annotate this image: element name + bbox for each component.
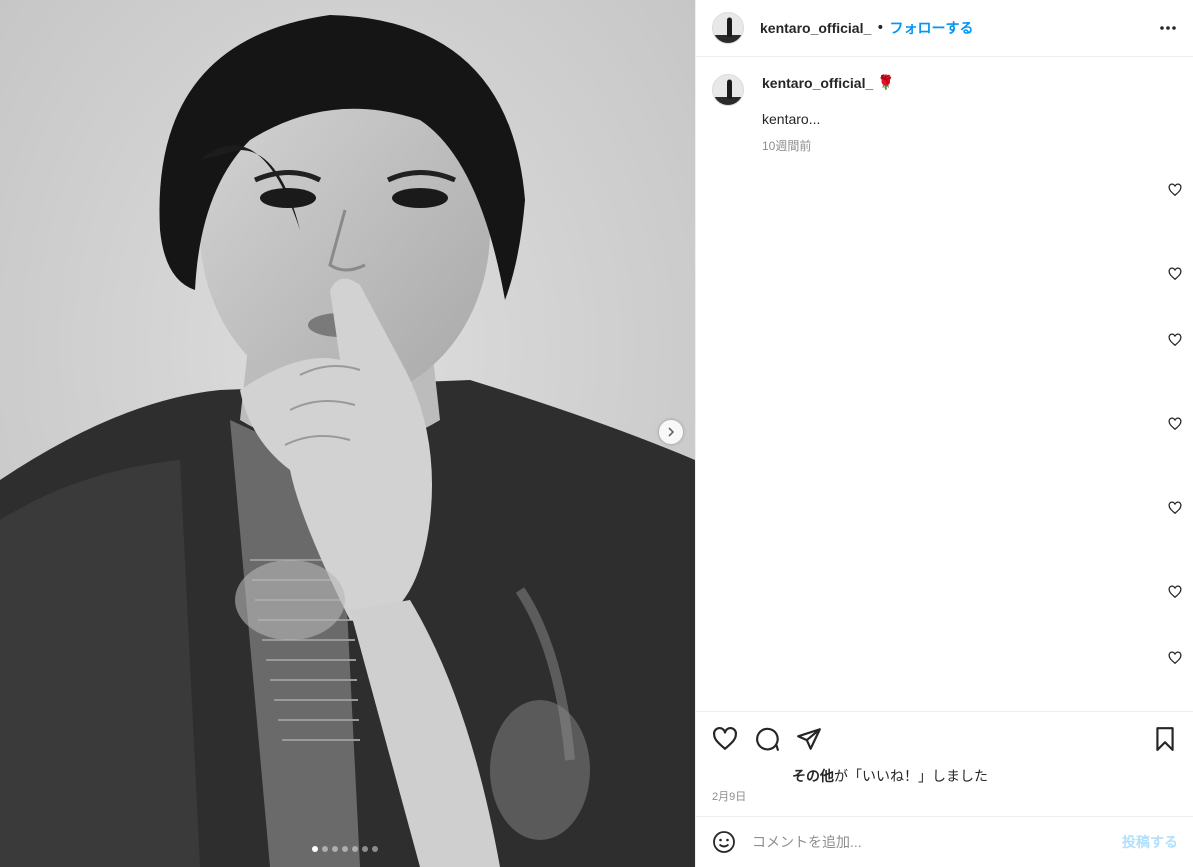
caption-header: kentaro_official_ 🌹 [762,74,895,91]
carousel-dot [362,846,368,852]
carousel-dot [352,846,358,852]
carousel-dot [332,846,338,852]
bookmark-icon[interactable] [1152,726,1178,752]
heart-outline-icon[interactable] [1168,333,1182,347]
post-caption: kentaro_official_ 🌹 kentaro... 10週間前 [712,74,895,154]
heart-outline-icon[interactable] [1168,417,1182,431]
avatar-image [713,75,743,105]
comments-section: kentaro_official_ 🌹 kentaro... 10週間前 [696,58,1193,711]
carousel-next-button[interactable] [659,420,683,444]
carousel-dot [372,846,378,852]
post-header: kentaro_official_ • フォローする [696,0,1193,57]
heart-outline-icon[interactable] [1168,585,1182,599]
heart-outline-icon[interactable] [1168,267,1182,281]
author-avatar[interactable] [712,12,744,44]
paper-plane-icon[interactable] [796,726,822,752]
post-date[interactable]: 2月9日 [712,788,746,804]
likes-text: が「いいね！」しました [834,768,988,784]
avatar-image [713,13,743,43]
caption-avatar[interactable] [712,74,744,106]
follow-button[interactable]: フォローする [890,18,974,38]
heart-outline-icon[interactable] [1168,501,1182,515]
action-buttons [712,726,822,752]
likes-others: その他 [792,768,834,784]
comment-input[interactable] [752,834,1092,850]
heart-outline-icon[interactable] [1168,183,1182,197]
post-media[interactable] [0,0,695,867]
heart-outline-icon[interactable] [1168,651,1182,665]
more-options-button[interactable] [1158,18,1178,38]
more-horizontal-icon [1160,26,1176,30]
caption-body: kentaro_official_ 🌹 kentaro... 10週間前 [762,74,895,154]
comment-icon[interactable] [754,726,780,752]
author-username[interactable]: kentaro_official_ [760,20,871,36]
post-actions: その他が「いいね！」しました 2月9日 [696,711,1193,816]
caption-timestamp[interactable]: 10週間前 [762,137,895,154]
post-details-panel: kentaro_official_ • フォローする kentaro_offic… [695,0,1193,867]
carousel-indicator [312,846,378,852]
caption-text: kentaro... [762,111,821,127]
post-comment-button[interactable]: 投稿する [1122,832,1178,852]
likes-summary[interactable]: その他が「いいね！」しました [792,766,988,786]
caption-username[interactable]: kentaro_official_ [762,75,873,91]
smiley-icon[interactable] [712,830,736,854]
carousel-dot [312,846,318,852]
carousel-dot [322,846,328,852]
rose-emoji: 🌹 [877,74,895,90]
carousel-dot [342,846,348,852]
heart-icon[interactable] [712,726,738,752]
post-photo [0,0,695,867]
chevron-right-icon [668,427,675,437]
add-comment-bar: 投稿する [696,816,1193,867]
header-separator: • [876,20,885,36]
